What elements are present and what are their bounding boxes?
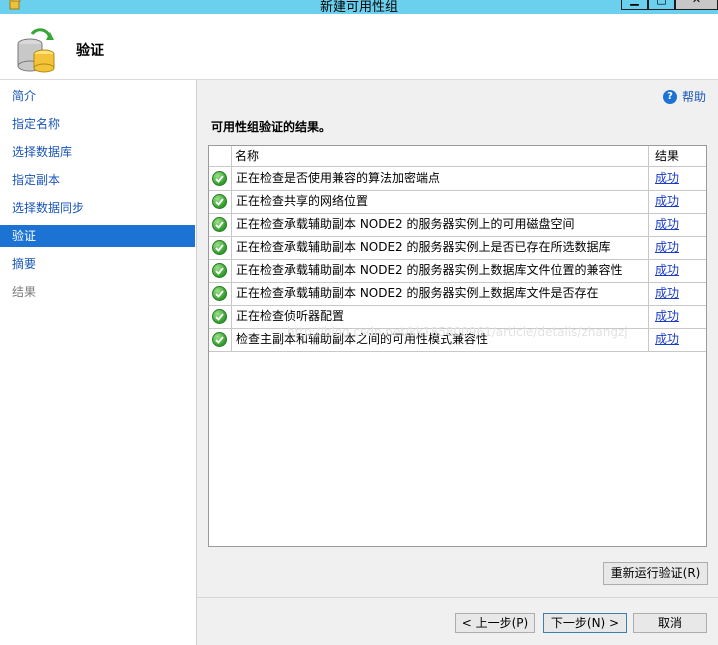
row-name: 正在检查承载辅助副本 NODE2 的服务器实例上数据库文件位置的兼容性: [231, 259, 649, 282]
help-label: 帮助: [681, 90, 706, 104]
row-name: 正在检查共享的网络位置: [231, 190, 649, 213]
success-check-icon: [212, 263, 227, 278]
success-check-icon: [212, 240, 227, 255]
row-result-link[interactable]: 成功: [649, 282, 706, 305]
row-name: 正在检查承载辅助副本 NODE2 的服务器实例上是否已存在所选数据库: [231, 236, 649, 259]
row-name: 正在检查承载辅助副本 NODE2 的服务器实例上数据库文件是否存在: [231, 282, 649, 305]
footer-divider: [197, 597, 718, 598]
row-result-link[interactable]: 成功: [649, 236, 706, 259]
table-row[interactable]: 正在检查承载辅助副本 NODE2 的服务器实例上的可用磁盘空间 成功: [209, 213, 706, 237]
window-title: 新建可用性组: [319, 0, 398, 15]
page-header: 验证: [0, 14, 718, 80]
success-check-icon: [212, 309, 227, 324]
header-icon-column: [209, 146, 232, 166]
column-header-result[interactable]: 结果: [649, 146, 706, 166]
sidebar-item-select-databases[interactable]: 选择数据库: [0, 141, 195, 163]
row-name: 检查主副本和辅助副本之间的可用性模式兼容性: [231, 328, 649, 351]
table-row[interactable]: 正在检查共享的网络位置 成功: [209, 190, 706, 214]
success-check-icon: [212, 217, 227, 232]
row-result-link[interactable]: 成功: [649, 190, 706, 213]
grid-header: 名称 结果: [209, 146, 706, 167]
wizard-sidebar: 简介 指定名称 选择数据库 指定副本 选择数据同步 验证 摘要 结果: [0, 80, 197, 645]
maximize-button[interactable]: □: [648, 0, 675, 10]
sidebar-item-results: 结果: [12, 285, 37, 299]
section-title: 可用性组验证的结果。: [211, 120, 332, 134]
page-title: 验证: [76, 43, 104, 59]
cancel-button[interactable]: 取消: [633, 613, 707, 633]
minimize-button[interactable]: ▁: [621, 0, 648, 10]
row-result-link[interactable]: 成功: [649, 328, 706, 351]
previous-button[interactable]: < 上一步(P): [455, 613, 535, 633]
main-panel: ? 帮助 可用性组验证的结果。 名称 结果 正在检查是否使用兼容的算法加密端点 …: [197, 80, 718, 645]
column-header-name[interactable]: 名称: [231, 146, 649, 166]
sidebar-item-intro[interactable]: 简介: [0, 85, 195, 107]
sidebar-item-validation[interactable]: 验证: [0, 225, 195, 247]
help-link[interactable]: ? 帮助: [662, 88, 706, 105]
table-row[interactable]: 正在检查承载辅助副本 NODE2 的服务器实例上数据库文件是否存在 成功: [209, 282, 706, 306]
sidebar-item-specify-name[interactable]: 指定名称: [0, 113, 195, 135]
row-result-link[interactable]: 成功: [649, 305, 706, 328]
sidebar-item-summary[interactable]: 摘要: [0, 253, 195, 275]
close-button[interactable]: ✕: [675, 0, 718, 10]
row-name: 正在检查是否使用兼容的算法加密端点: [231, 167, 649, 190]
database-validation-icon: [17, 28, 55, 73]
sidebar-item-specify-replicas[interactable]: 指定副本: [0, 169, 195, 191]
success-check-icon: [212, 171, 227, 186]
title-bar: 新建可用性组 ▁ □ ✕: [0, 0, 718, 15]
table-row[interactable]: 检查主副本和辅助副本之间的可用性模式兼容性 成功: [209, 328, 706, 352]
table-row[interactable]: 正在检查是否使用兼容的算法加密端点 成功: [209, 167, 706, 191]
table-row[interactable]: 正在检查侦听器配置 成功: [209, 305, 706, 329]
success-check-icon: [212, 332, 227, 347]
validation-results-grid[interactable]: 名称 结果 正在检查是否使用兼容的算法加密端点 成功 正在检查共享的网络位置 成…: [208, 145, 707, 547]
table-row[interactable]: 正在检查承载辅助副本 NODE2 的服务器实例上数据库文件位置的兼容性 成功: [209, 259, 706, 283]
question-icon: ?: [662, 89, 677, 104]
sidebar-item-data-sync[interactable]: 选择数据同步: [0, 197, 195, 219]
row-name: 正在检查承载辅助副本 NODE2 的服务器实例上的可用磁盘空间: [231, 213, 649, 236]
row-result-link[interactable]: 成功: [649, 259, 706, 282]
next-button[interactable]: 下一步(N) >: [543, 613, 627, 633]
row-result-link[interactable]: 成功: [649, 213, 706, 236]
row-result-link[interactable]: 成功: [649, 167, 706, 190]
row-name: 正在检查侦听器配置: [231, 305, 649, 328]
rerun-validation-button[interactable]: 重新运行验证(R): [603, 562, 708, 585]
table-row[interactable]: 正在检查承载辅助副本 NODE2 的服务器实例上是否已存在所选数据库 成功: [209, 236, 706, 260]
success-check-icon: [212, 194, 227, 209]
success-check-icon: [212, 286, 227, 301]
